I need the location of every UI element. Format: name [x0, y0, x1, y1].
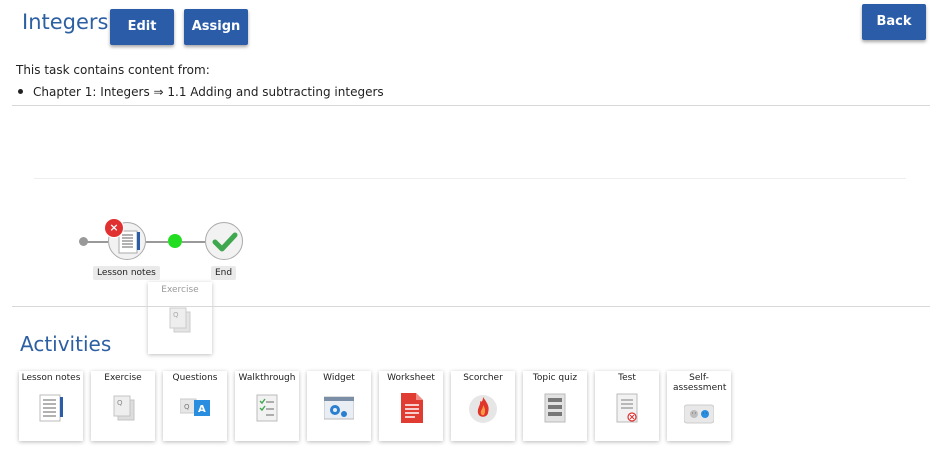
- test-icon: [616, 393, 638, 423]
- exercise-icon: Q: [169, 307, 191, 333]
- lesson-notes-icon: [39, 394, 63, 422]
- flow-start-dot: [79, 237, 88, 246]
- activities-heading: Activities: [20, 332, 112, 356]
- activity-card-lesson-notes[interactable]: Lesson notes: [19, 371, 83, 441]
- ghost-label: Exercise: [161, 285, 199, 295]
- error-badge-icon[interactable]: ×: [104, 218, 124, 238]
- svg-text:Q: Q: [184, 403, 190, 411]
- divider: [34, 178, 906, 179]
- activity-card-scorcher[interactable]: Scorcher: [451, 371, 515, 441]
- bullet-icon: [18, 89, 23, 94]
- activity-label: Lesson notes: [21, 373, 81, 383]
- activity-card-walkthrough[interactable]: Walkthrough: [235, 371, 299, 441]
- flow-connector: [182, 241, 205, 243]
- assign-button[interactable]: Assign: [184, 9, 248, 45]
- activity-label: Worksheet: [387, 373, 435, 383]
- activity-label: Widget: [323, 373, 355, 383]
- activity-label: Scorcher: [463, 373, 503, 383]
- flow-node-end[interactable]: [205, 222, 243, 260]
- activity-card-worksheet[interactable]: Worksheet: [379, 371, 443, 441]
- exercise-icon: Q: [113, 395, 135, 421]
- activity-card-topic-quiz[interactable]: Topic quiz: [523, 371, 587, 441]
- svg-text:Q: Q: [173, 311, 179, 319]
- walkthrough-icon: [256, 394, 278, 422]
- insert-point-dot[interactable]: [168, 234, 182, 248]
- checkmark-icon: [212, 232, 238, 252]
- activity-card-questions[interactable]: Questions Q A: [163, 371, 227, 441]
- questions-icon: Q A: [180, 398, 210, 416]
- self-assessment-icon: [684, 404, 714, 424]
- chapter-link-text: Chapter 1: Integers ⇒ 1.1 Adding and sub…: [33, 85, 384, 99]
- activity-card-test[interactable]: Test: [595, 371, 659, 441]
- topic-quiz-icon: [544, 393, 566, 423]
- page-title: Integers: [22, 10, 109, 34]
- svg-text:A: A: [198, 404, 206, 415]
- activity-card-self-assessment[interactable]: Self-assessment: [667, 371, 731, 441]
- activity-card-widget[interactable]: Widget: [307, 371, 371, 441]
- divider: [12, 105, 930, 106]
- svg-text:Q: Q: [117, 399, 123, 407]
- chapter-list-item: Chapter 1: Integers ⇒ 1.1 Adding and sub…: [16, 85, 384, 99]
- edit-button[interactable]: Edit: [110, 9, 174, 45]
- flow-connector: [146, 241, 168, 243]
- activity-card-exercise[interactable]: Exercise Q: [91, 371, 155, 441]
- activity-label: Topic quiz: [532, 373, 578, 383]
- flow-node-label: Lesson notes: [93, 266, 160, 280]
- widget-icon: [324, 396, 354, 420]
- divider: [12, 306, 930, 307]
- activity-label: Self-assessment: [673, 373, 727, 393]
- content-source-text: This task contains content from:: [16, 63, 210, 77]
- activity-label: Questions: [172, 373, 218, 383]
- dragging-exercise-card[interactable]: Exercise Q: [148, 282, 212, 354]
- activity-label: Exercise: [104, 373, 142, 383]
- flow-node-label: End: [211, 266, 237, 280]
- worksheet-icon: [401, 393, 423, 423]
- scorcher-icon: [469, 395, 497, 423]
- back-button[interactable]: Back: [862, 4, 926, 40]
- activity-label: Test: [618, 373, 636, 383]
- activity-label: Walkthrough: [238, 373, 296, 383]
